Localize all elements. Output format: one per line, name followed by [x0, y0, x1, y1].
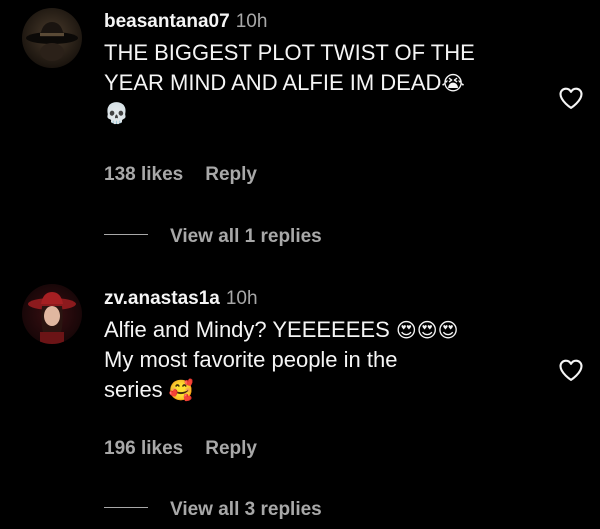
avatar[interactable]	[22, 284, 82, 344]
comment-actions: 196 likes Reply	[104, 438, 257, 460]
comment-header: beasantana07 10h	[104, 10, 544, 34]
comment-text-line: THE BIGGEST PLOT TWIST OF THE	[104, 40, 475, 65]
comment-text-line: series 🥰	[104, 375, 544, 405]
comment-text-line: My most favorite people in the	[104, 347, 398, 372]
username[interactable]: zv.anastas1a	[104, 288, 220, 309]
heart-eyes-emoji-icon: 😍😍😍	[395, 318, 459, 342]
comment-text: Alfie and Mindy? YEEEEEES 😍😍😍 My most fa…	[104, 315, 544, 405]
view-replies-button[interactable]: View all 3 replies	[104, 499, 322, 523]
crying-face-emoji-icon: 😭	[441, 71, 465, 95]
comment-header: zv.anastas1a 10h	[104, 287, 544, 311]
view-replies-label: View all 3 replies	[170, 499, 322, 520]
comment-actions: 138 likes Reply	[104, 164, 257, 186]
red-hat-woman-avatar-icon	[22, 284, 82, 344]
heart-icon[interactable]	[556, 356, 586, 384]
comment-text-fragment: series	[104, 377, 163, 402]
view-replies-button[interactable]: View all 1 replies	[104, 226, 322, 250]
timestamp: 10h	[235, 11, 268, 32]
comment-text-line: 💀	[104, 98, 544, 128]
smiling-hearts-emoji-icon: 🥰	[168, 378, 194, 402]
comment-text-line: Alfie and Mindy? YEEEEEES 😍😍😍	[104, 315, 544, 345]
comment-text-fragment: YEAR MIND AND ALFIE IM DEAD	[104, 70, 442, 95]
reply-button[interactable]: Reply	[205, 164, 257, 185]
replies-divider	[104, 507, 148, 509]
view-replies-label: View all 1 replies	[170, 226, 322, 247]
username[interactable]: beasantana07	[104, 11, 230, 32]
likes-count[interactable]: 196 likes	[104, 438, 183, 459]
likes-count[interactable]: 138 likes	[104, 164, 183, 185]
comment-text-line: YEAR MIND AND ALFIE IM DEAD😭	[104, 68, 544, 98]
reply-button[interactable]: Reply	[205, 438, 257, 459]
avatar[interactable]	[22, 8, 82, 68]
cowboy-hat-avatar-icon	[22, 8, 82, 68]
comment-text: THE BIGGEST PLOT TWIST OF THE YEAR MIND …	[104, 38, 544, 128]
comment-text-fragment: Alfie and Mindy? YEEEEEES	[104, 317, 390, 342]
timestamp: 10h	[225, 288, 258, 309]
replies-divider	[104, 234, 148, 236]
skull-emoji-icon: 💀	[104, 101, 129, 125]
heart-icon[interactable]	[556, 84, 586, 112]
